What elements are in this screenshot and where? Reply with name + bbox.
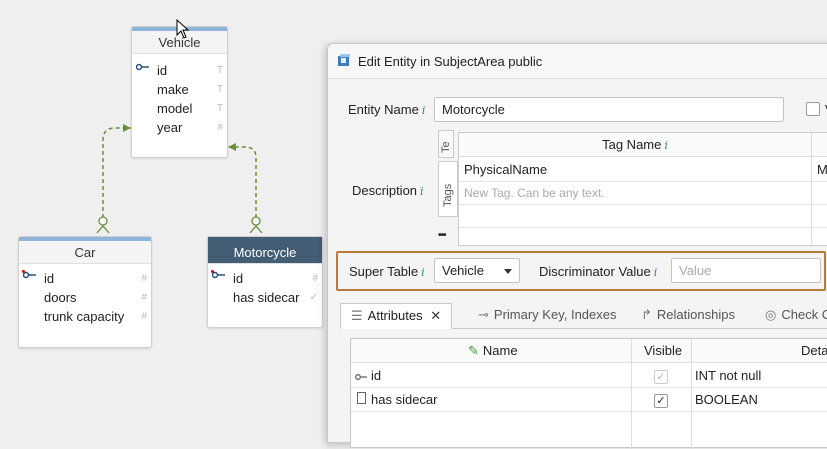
attribute-name: id (44, 271, 55, 286)
list-icon: ☰ (351, 308, 363, 323)
attribute-type: ✓ (309, 292, 318, 303)
attribute-row[interactable]: doors # (19, 288, 151, 307)
entity-title[interactable]: Car (19, 237, 151, 264)
side-tab-te[interactable]: Te (438, 130, 454, 158)
attribute-row[interactable]: trunk capacity # (19, 307, 151, 326)
tag-value-cell[interactable]: Mo (817, 162, 827, 177)
tab-check-constraints[interactable]: ◎Check Co (765, 303, 827, 329)
entity-motorcycle[interactable]: Motorcycle id # has sidecar ✓ (207, 236, 323, 328)
attribute-name: year (157, 120, 183, 135)
column-icon (357, 392, 366, 407)
side-tab-tags[interactable]: Tags (438, 161, 458, 217)
entity-name-label: Entity Name i (348, 102, 426, 117)
attribute-type: # (217, 122, 223, 133)
attribute-row[interactable]: has sidecar ✓ (208, 288, 322, 307)
info-icon[interactable]: i (421, 266, 425, 279)
info-icon[interactable]: i (664, 139, 668, 152)
attribute-name: make (157, 82, 189, 97)
attribute-name: model (157, 101, 193, 116)
attribute-type: # (141, 292, 147, 303)
new-tag-placeholder[interactable]: New Tag. Can be any text. (464, 186, 605, 200)
chevron-down-icon (504, 269, 512, 274)
attribute-details-cell[interactable]: INT not null (695, 368, 761, 383)
visible-checkbox[interactable]: ✓ (654, 370, 668, 384)
attribute-row[interactable]: id # (208, 269, 322, 288)
attribute-name-cell[interactable]: has sidecar (371, 392, 437, 407)
discriminator-input[interactable]: Value (671, 258, 821, 283)
attribute-name: id (157, 63, 168, 78)
super-table-label: Super Table i (349, 264, 425, 279)
key-icon (23, 270, 37, 280)
tab-bar: ☰ Attributes ✕ ⊸ Primary Key, Indexes ↱ Rel… (340, 303, 827, 329)
attribute-type: # (141, 311, 147, 322)
close-icon[interactable]: ✕ (430, 308, 441, 323)
info-icon[interactable]: i (422, 104, 426, 117)
column-header-visible[interactable]: Visible (644, 343, 682, 358)
tags-grid[interactable]: Tag Namei PhysicalName Mo New Tag. Can b… (458, 132, 827, 247)
tab-relationships[interactable]: ↱ Relationships (641, 303, 735, 329)
info-icon[interactable]: i (654, 266, 658, 279)
attribute-type: # (312, 273, 318, 284)
tab-attributes[interactable]: ☰ Attributes ✕ (340, 303, 453, 329)
attribute-row[interactable]: model T (132, 99, 227, 118)
key-icon (136, 62, 150, 72)
entity-car[interactable]: Car id # doors # trunk capacity # (18, 236, 152, 348)
key-icon (212, 270, 226, 280)
column-header-details[interactable]: Detai (801, 343, 827, 358)
attribute-name: doors (44, 290, 77, 305)
key-icon: ⊸ (478, 307, 489, 322)
info-icon[interactable]: i (420, 185, 424, 198)
dialog-titlebar[interactable]: Edit Entity in SubjectArea public (328, 44, 827, 79)
arrow-turn-icon: ↱ (641, 307, 652, 322)
check-circle-icon: ◎ (765, 307, 777, 322)
discriminator-label: Discriminator Value i (539, 264, 658, 279)
attributes-grid[interactable]: ✎Name Visible Detai id ✓ INT not null ha… (350, 338, 827, 449)
attribute-details-cell[interactable]: BOOLEAN (695, 392, 758, 407)
attribute-row[interactable]: year # (132, 118, 227, 137)
attribute-type: T (216, 103, 223, 114)
app-cube-icon (338, 54, 350, 66)
visible-checkbox[interactable]: ✓ (654, 394, 668, 408)
attribute-name: has sidecar (233, 290, 300, 305)
attribute-row[interactable]: id T (132, 61, 227, 80)
super-table-section: Super Table i Vehicle Discriminator Value… (336, 251, 826, 291)
attribute-name: id (233, 271, 244, 286)
tag-name-header[interactable]: Tag Name i (459, 137, 811, 152)
column-header-name[interactable]: ✎ Name (468, 343, 518, 359)
super-table-select[interactable]: Vehicle (434, 258, 520, 283)
pencil-icon: ✎ (468, 343, 479, 358)
attribute-name: trunk capacity (44, 309, 125, 324)
key-icon (355, 369, 367, 384)
tab-primary-key-indexes[interactable]: ⊸ Primary Key, Indexes (478, 303, 617, 329)
attribute-type: # (141, 273, 147, 284)
edit-entity-dialog[interactable]: Edit Entity in SubjectArea public Entity… (327, 43, 827, 449)
dialog-title: Edit Entity in SubjectArea public (358, 54, 543, 69)
attribute-row[interactable]: id # (19, 269, 151, 288)
more-options-button[interactable]: ••• (438, 230, 446, 241)
attribute-row[interactable]: make T (132, 80, 227, 99)
entity-checkbox[interactable] (806, 102, 820, 116)
entity-title[interactable]: Motorcycle (208, 237, 322, 264)
attribute-type: T (216, 65, 223, 76)
entity-vehicle[interactable]: Vehicle id T make T model T year # (131, 26, 228, 158)
attributes-grid-header (351, 339, 827, 363)
description-label: Description i (352, 183, 424, 198)
tags-grid-header: Tag Name i (459, 133, 827, 157)
tag-name-cell[interactable]: PhysicalName (464, 162, 547, 177)
entity-name-input[interactable]: Motorcycle (434, 97, 784, 122)
attribute-name-cell[interactable]: id (371, 368, 381, 383)
mouse-cursor-icon (176, 19, 190, 39)
attribute-type: T (216, 84, 223, 95)
